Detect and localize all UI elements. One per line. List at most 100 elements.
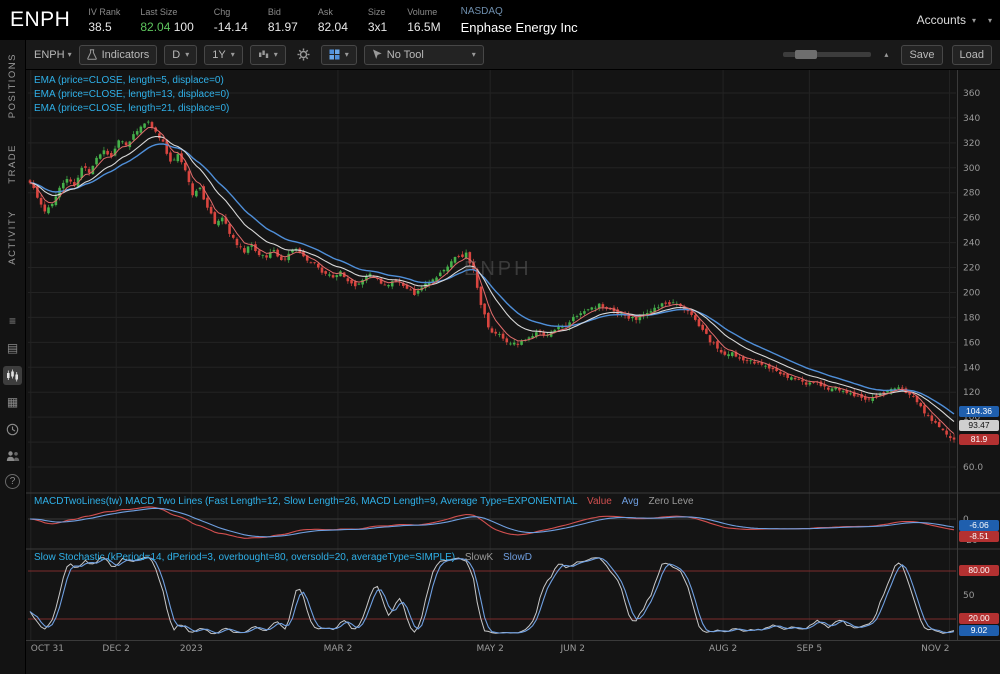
ema5-study-label[interactable]: EMA (price=CLOSE, length=5, displace=0) [34, 75, 224, 86]
stoch-label-text: Slow Stochastic (kPeriod=14, dPeriod=3, … [34, 552, 455, 563]
stoch-oversold-bubble: 20.00 [959, 613, 999, 624]
svg-text:180: 180 [963, 313, 980, 323]
timeframe-value: D [172, 49, 180, 61]
indicators-label: Indicators [102, 49, 150, 61]
layout-grid-dropdown[interactable]: ▾ [321, 45, 357, 65]
svg-text:DEC 2: DEC 2 [102, 644, 130, 654]
chart-icon[interactable] [3, 366, 22, 385]
clock-icon[interactable] [3, 420, 22, 439]
sidebar-tab-activity[interactable]: ACTIVITY [7, 210, 18, 265]
flask-icon [87, 49, 97, 60]
apps-grid-icon[interactable]: ▦ [3, 393, 22, 412]
svg-text:60.0: 60.0 [963, 463, 983, 473]
timeframe-dropdown[interactable]: D ▾ [164, 45, 197, 65]
volume-label: Volume [407, 7, 437, 17]
svg-text:JUN 2: JUN 2 [559, 644, 585, 654]
svg-text:360: 360 [963, 89, 980, 99]
company-name: Enphase Energy Inc [461, 20, 578, 35]
left-sidebar: POSITIONS TRADE ACTIVITY ≡ ▤ ▦ [0, 40, 26, 674]
drawing-tool-value: No Tool [387, 49, 424, 61]
chart-type-icon [258, 49, 269, 60]
macd-legend-avg: Avg [622, 496, 639, 507]
size-value: 3x1 [368, 20, 387, 34]
sidebar-tab-positions[interactable]: POSITIONS [7, 53, 18, 118]
field-last-size: Last Size 82.04 100 [140, 7, 193, 34]
svg-text:NOV 2: NOV 2 [921, 644, 949, 654]
chevron-down-icon: ▾ [68, 50, 72, 59]
svg-text:200: 200 [963, 288, 980, 298]
chg-value: -14.14 [214, 20, 248, 34]
volume-value: 16.5M [407, 20, 440, 34]
chevron-down-icon: ▾ [274, 50, 278, 59]
field-ask: Ask 82.04 [318, 7, 348, 34]
chart-zoom-slider[interactable] [783, 52, 871, 57]
iv-rank-value: 38.5 [88, 20, 111, 34]
stoch-slowk-bubble: 9.02 [959, 625, 999, 636]
exchange-label: NASDAQ [461, 6, 503, 17]
save-button[interactable]: Save [901, 45, 942, 65]
drawing-tool-dropdown[interactable]: No Tool ▾ [364, 45, 484, 65]
macd-avg-bubble: -6.06 [959, 520, 999, 531]
load-button[interactable]: Load [952, 45, 992, 65]
iv-rank-label: IV Rank [88, 7, 120, 17]
svg-text:300: 300 [963, 164, 980, 174]
triangle-up-icon: ▴ [884, 50, 888, 59]
ema13-study-label[interactable]: EMA (price=CLOSE, length=13, displace=0) [34, 89, 229, 100]
svg-text:160: 160 [963, 338, 980, 348]
field-volume: Volume 16.5M [407, 7, 440, 34]
macd-label-text: MACDTwoLines(tw) MACD Two Lines (Fast Le… [34, 496, 577, 507]
macd-legend-zero: Zero Leve [649, 496, 694, 507]
last-value: 82.04 [140, 20, 170, 34]
stoch-study-label[interactable]: Slow Stochastic (kPeriod=14, dPeriod=3, … [34, 552, 532, 563]
macd-study-label[interactable]: MACDTwoLines(tw) MACD Two Lines (Fast Le… [34, 496, 694, 507]
symbol-title: ENPH [0, 8, 88, 32]
panel-expand-button[interactable]: ▴ [880, 45, 892, 65]
clock-glyph [6, 423, 19, 436]
news-page-icon[interactable]: ▤ [3, 339, 22, 358]
stoch-legend-slowk: SlowK [465, 552, 493, 563]
sidebar-tab-trade[interactable]: TRADE [7, 144, 18, 184]
field-iv-rank: IV Rank 38.5 [88, 7, 120, 34]
bid-label: Bid [268, 7, 281, 17]
chart-settings-gear-icon[interactable] [293, 45, 314, 65]
field-size: Size 3x1 [368, 7, 387, 34]
indicators-button[interactable]: Indicators [79, 45, 158, 65]
range-dropdown[interactable]: 1Y ▾ [204, 45, 242, 65]
top-header: ENPH IV Rank 38.5 Last Size 82.04 100 Ch… [0, 0, 1000, 40]
field-bid: Bid 81.97 [268, 7, 298, 34]
accounts-label: Accounts [917, 13, 966, 27]
svg-text:SEP 5: SEP 5 [797, 644, 822, 654]
stoch-overbought-bubble: 80.00 [959, 565, 999, 576]
ema21-study-label[interactable]: EMA (price=CLOSE, length=21, displace=0) [34, 103, 229, 114]
help-icon[interactable]: ? [5, 474, 20, 489]
stoch-legend-slowd: SlowD [503, 552, 532, 563]
range-value: 1Y [212, 49, 225, 61]
chevron-down-icon: ▾ [185, 50, 189, 59]
chevron-down-icon: ▾ [988, 16, 992, 25]
slider-handle[interactable] [795, 50, 817, 59]
svg-text:2023: 2023 [180, 644, 203, 654]
accounts-menu[interactable]: Accounts ▾ [917, 13, 988, 27]
toolbar-symbol-label: ENPH [34, 49, 65, 61]
svg-text:220: 220 [963, 264, 980, 274]
chart-type-dropdown[interactable]: ▾ [250, 45, 286, 65]
candlestick-glyph [6, 369, 19, 382]
chevron-down-icon: ▾ [231, 50, 235, 59]
people-glyph [6, 450, 20, 462]
ask-value: 82.04 [318, 20, 348, 34]
svg-text:OCT 31: OCT 31 [31, 644, 64, 654]
field-chg: Chg -14.14 [214, 7, 248, 34]
chevron-down-icon: ▾ [972, 16, 976, 25]
chevron-down-icon: ▾ [345, 50, 349, 59]
bid-value: 81.97 [268, 20, 298, 34]
svg-text:50: 50 [963, 591, 975, 601]
chart-area: 3603403203002802602402202001801601401201… [26, 70, 1000, 674]
header-menu-button[interactable]: ▾ [988, 16, 1000, 25]
svg-text:260: 260 [963, 214, 980, 224]
quotes-list-icon[interactable]: ≡ [3, 312, 22, 331]
toolbar-symbol-dropdown[interactable]: ENPH ▾ [34, 49, 72, 61]
svg-text:240: 240 [963, 239, 980, 249]
people-icon[interactable] [3, 447, 22, 466]
chart-toolbar: ENPH ▾ Indicators D ▾ 1Y ▾ [26, 40, 1000, 70]
price-chart[interactable]: 3603403203002802602402202001801601401201… [26, 70, 1000, 674]
